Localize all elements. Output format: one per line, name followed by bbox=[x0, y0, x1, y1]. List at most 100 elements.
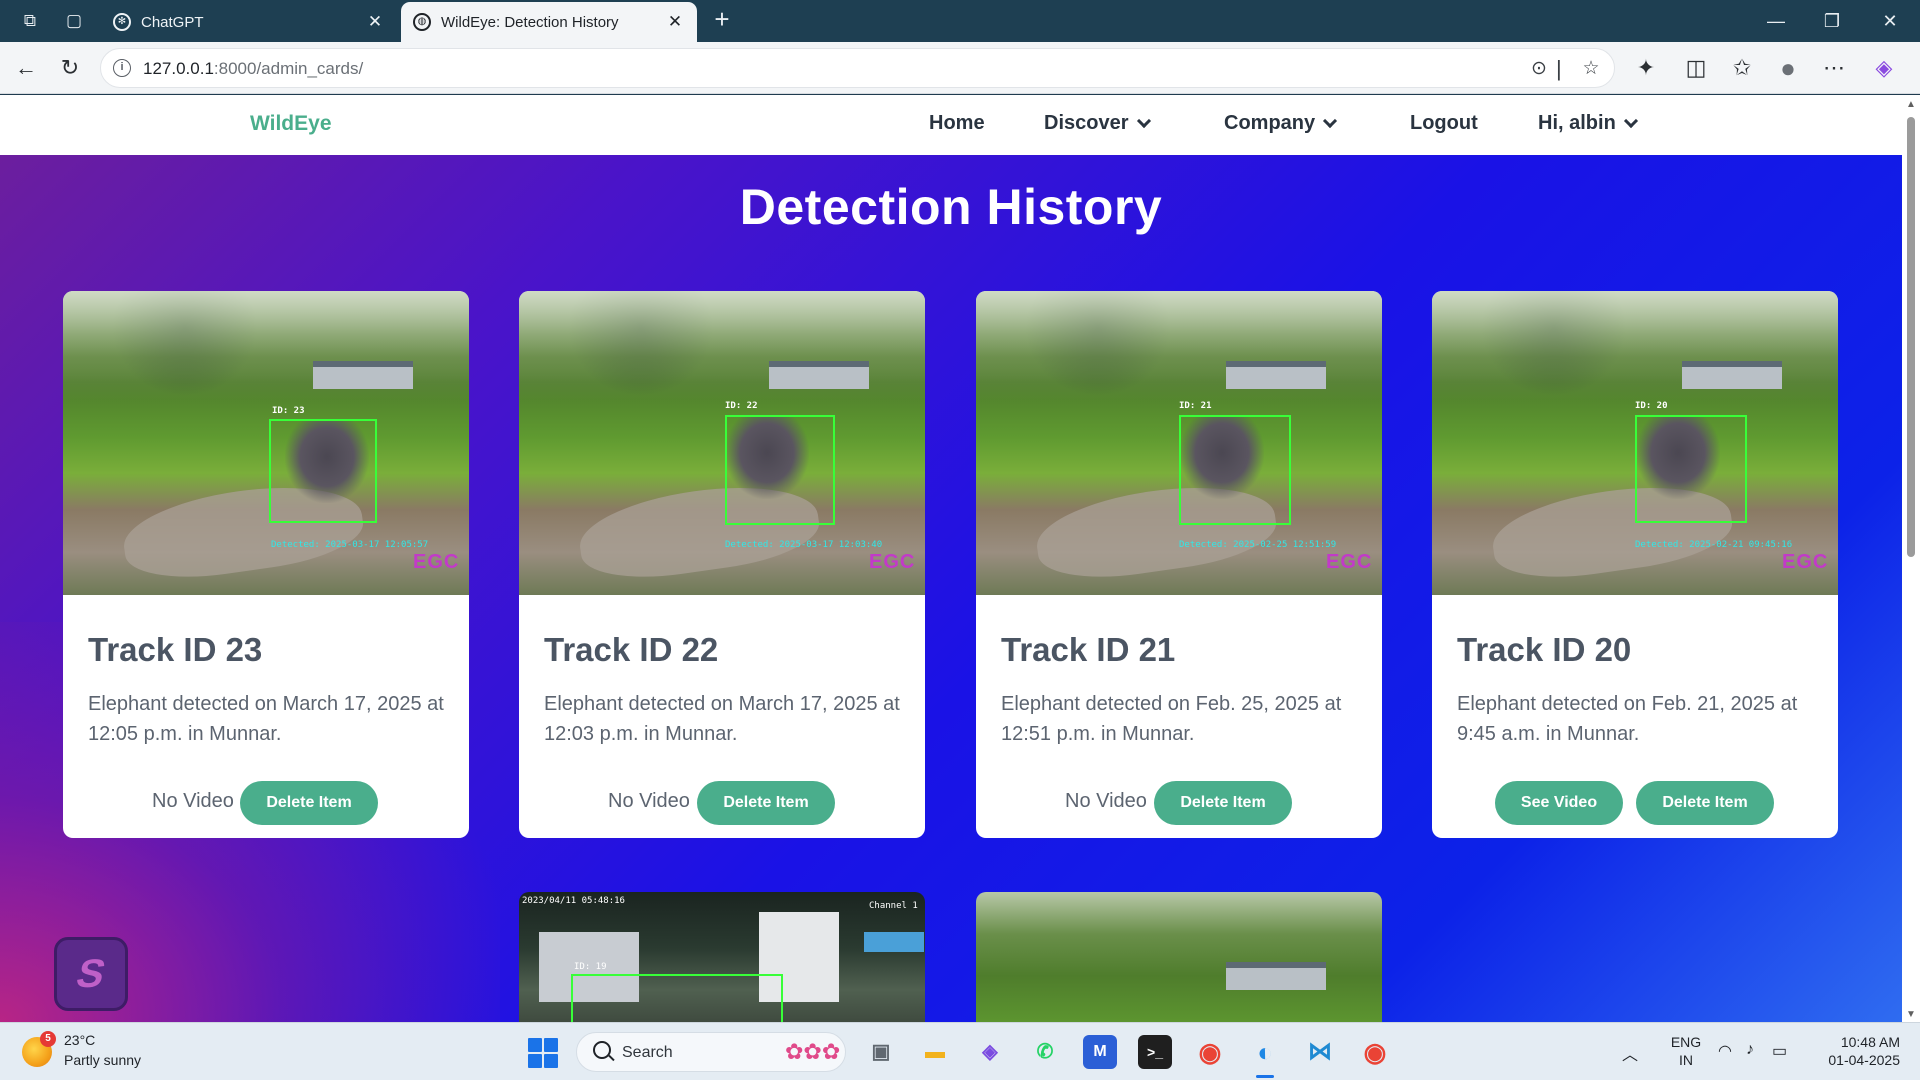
address-bar[interactable]: i 127.0.0.1:8000/admin_cards/ ⊙ | ☆ bbox=[100, 48, 1615, 88]
tulips-highlight-icon: ✿✿✿ bbox=[785, 1039, 841, 1064]
clock-date: 01-04-2025 bbox=[1828, 1052, 1900, 1068]
workspaces-icon[interactable]: ⧉ bbox=[18, 9, 42, 33]
detection-image[interactable]: ID: 21 Detected: 2025-02-25 12:51:59 EGC bbox=[976, 291, 1382, 595]
tab-wildeye[interactable]: ◍ WildEye: Detection History ✕ bbox=[401, 2, 697, 42]
detection-card-partial[interactable]: 2023/04/11 05:48:16 Channel 1 ID: 19 bbox=[519, 892, 925, 1022]
image-building bbox=[313, 361, 413, 389]
card-actions: No Video Delete Item bbox=[63, 781, 469, 827]
nav-home[interactable]: Home bbox=[929, 112, 985, 135]
input-language[interactable]: ENG IN bbox=[1666, 1033, 1706, 1069]
copilot-app-icon[interactable]: ◈ bbox=[973, 1035, 1007, 1069]
close-tab-icon[interactable]: ✕ bbox=[665, 12, 685, 32]
task-view-icon[interactable]: ▣ bbox=[864, 1035, 898, 1069]
card-actions: See Video Delete Item bbox=[1432, 781, 1838, 827]
weather-description[interactable]: Partly sunny bbox=[64, 1052, 141, 1068]
detection-timestamp-overlay: Detected: 2025-03-17 12:03:40 bbox=[725, 540, 883, 550]
delete-item-button[interactable]: Delete Item bbox=[697, 781, 835, 825]
nav-discover[interactable]: Discover bbox=[1044, 112, 1151, 135]
detection-image[interactable]: ID: 22 Detected: 2025-03-17 12:03:40 EGC bbox=[519, 291, 925, 595]
scrollbar-thumb[interactable] bbox=[1907, 117, 1915, 557]
edge-icon[interactable]: ◐ bbox=[1248, 1035, 1282, 1069]
favorites-icon[interactable]: ✩ bbox=[1726, 53, 1758, 83]
editor-app-icon[interactable]: M bbox=[1083, 1035, 1117, 1069]
lightning-s-icon: S bbox=[71, 952, 111, 996]
detection-image[interactable]: ID: 20 Detected: 2025-02-21 09:45:16 EGC bbox=[1432, 291, 1838, 595]
favorite-star-icon[interactable]: ☆ bbox=[1579, 57, 1603, 81]
chevron-down-icon bbox=[1323, 113, 1338, 128]
site-info-icon[interactable]: i bbox=[113, 59, 131, 77]
bbox-id-label: ID: 21 bbox=[1179, 401, 1212, 411]
minimize-icon[interactable]: — bbox=[1756, 8, 1796, 34]
clock-time: 10:48 AM bbox=[1840, 1034, 1900, 1050]
detection-timestamp-overlay: Detected: 2025-02-25 12:51:59 bbox=[1179, 540, 1337, 550]
chrome-icon[interactable]: ◉ bbox=[1193, 1035, 1227, 1069]
restore-icon[interactable]: ❐ bbox=[1812, 8, 1852, 34]
card-description: Elephant detected on Feb. 25, 2025 at 12… bbox=[1001, 693, 1342, 745]
image-building bbox=[769, 361, 869, 389]
wifi-icon[interactable]: ◠ bbox=[1718, 1041, 1732, 1061]
url-host: 127.0.0.1 bbox=[143, 59, 214, 78]
back-arrow-icon[interactable]: ← bbox=[10, 53, 42, 83]
file-explorer-icon[interactable]: ▬ bbox=[918, 1035, 952, 1069]
extensions-icon[interactable]: ✦ bbox=[1630, 53, 1662, 83]
brand-logo[interactable]: WildEye bbox=[250, 112, 332, 136]
nav-company-label: Company bbox=[1224, 112, 1316, 134]
taskbar-search[interactable]: Search ✿✿✿ bbox=[576, 1032, 846, 1072]
watermark-logo: EGC bbox=[1782, 551, 1829, 573]
see-video-button[interactable]: See Video bbox=[1495, 781, 1623, 825]
copilot-icon[interactable]: ◈ bbox=[1868, 53, 1900, 83]
nav-logout[interactable]: Logout bbox=[1410, 112, 1478, 135]
tab-chatgpt[interactable]: ✻ ChatGPT ✕ bbox=[101, 2, 397, 42]
card-title: Track ID 20 bbox=[1457, 631, 1632, 668]
page-title: Detection History bbox=[739, 179, 1163, 235]
terminal-icon[interactable]: >_ bbox=[1138, 1035, 1172, 1069]
detection-card-partial[interactable] bbox=[976, 892, 1382, 1022]
page-content: WildEye Home Discover Company Logout Hi,… bbox=[0, 95, 1902, 1022]
more-menu-icon[interactable]: ⋯ bbox=[1818, 53, 1850, 83]
scroll-down-arrow-icon[interactable]: ▼ bbox=[1906, 1009, 1916, 1020]
card-title: Track ID 23 bbox=[88, 631, 263, 668]
detection-image[interactable]: ID: 23 Detected: 2025-03-17 12:05:57 EGC bbox=[63, 291, 469, 595]
page-scrollbar[interactable]: ▲ ▼ bbox=[1902, 95, 1920, 1022]
windows-start-icon[interactable] bbox=[528, 1038, 558, 1068]
whatsapp-icon[interactable]: ✆ bbox=[1028, 1035, 1062, 1069]
nav-user-label: Hi, albin bbox=[1538, 112, 1616, 134]
watermark-logo: EGC bbox=[869, 551, 916, 573]
profile-avatar-icon[interactable]: ● bbox=[1772, 53, 1804, 83]
card-actions: No Video Delete Item bbox=[976, 781, 1382, 827]
vscode-icon[interactable]: ⋈ bbox=[1303, 1035, 1337, 1069]
nav-company[interactable]: Company bbox=[1224, 112, 1338, 135]
delete-item-button[interactable]: Delete Item bbox=[1154, 781, 1292, 825]
volume-icon[interactable]: ♪ bbox=[1746, 1041, 1754, 1059]
nav-discover-label: Discover bbox=[1044, 112, 1129, 134]
bounding-box bbox=[1179, 415, 1291, 525]
vertical-tabs-icon[interactable]: ▢ bbox=[62, 9, 86, 33]
scroll-up-arrow-icon[interactable]: ▲ bbox=[1906, 99, 1916, 110]
battery-icon[interactable]: ▭ bbox=[1772, 1041, 1787, 1061]
detection-card: ID: 22 Detected: 2025-03-17 12:03:40 EGC… bbox=[519, 291, 925, 838]
chrome-profile-icon[interactable]: ◉ bbox=[1358, 1035, 1392, 1069]
watermark-logo: EGC bbox=[1326, 551, 1373, 573]
delete-item-button[interactable]: Delete Item bbox=[1636, 781, 1774, 825]
reader-mode-icon[interactable]: ⊙ bbox=[1527, 57, 1551, 81]
search-placeholder: Search bbox=[622, 1044, 673, 1061]
close-tab-icon[interactable]: ✕ bbox=[365, 12, 385, 32]
bounding-box bbox=[571, 974, 783, 1022]
bbox-id-label: ID: 19 bbox=[574, 962, 607, 972]
nav-user-menu[interactable]: Hi, albin bbox=[1538, 112, 1638, 135]
camera-timestamp-overlay: 2023/04/11 05:48:16 bbox=[522, 896, 625, 906]
new-tab-button[interactable]: + bbox=[708, 6, 736, 34]
delete-item-button[interactable]: Delete Item bbox=[240, 781, 378, 825]
system-clock[interactable]: 10:48 AM 01-04-2025 bbox=[1810, 1033, 1900, 1069]
weather-temperature[interactable]: 23°C bbox=[64, 1032, 95, 1048]
card-title: Track ID 22 bbox=[544, 631, 719, 668]
chevron-down-icon bbox=[1136, 113, 1151, 128]
show-hidden-icons-chevron[interactable]: ︿ bbox=[1622, 1041, 1638, 1065]
split-screen-icon[interactable]: ◫ bbox=[1680, 53, 1712, 83]
refresh-icon[interactable]: ↻ bbox=[54, 53, 86, 83]
floating-app-button[interactable]: S bbox=[54, 937, 128, 1011]
card-body: Track ID 20 Elephant detected on Feb. 21… bbox=[1457, 631, 1817, 749]
bounding-box bbox=[725, 415, 835, 525]
close-window-icon[interactable]: ✕ bbox=[1870, 8, 1910, 34]
camera-channel-overlay: Channel 1 bbox=[869, 901, 918, 911]
